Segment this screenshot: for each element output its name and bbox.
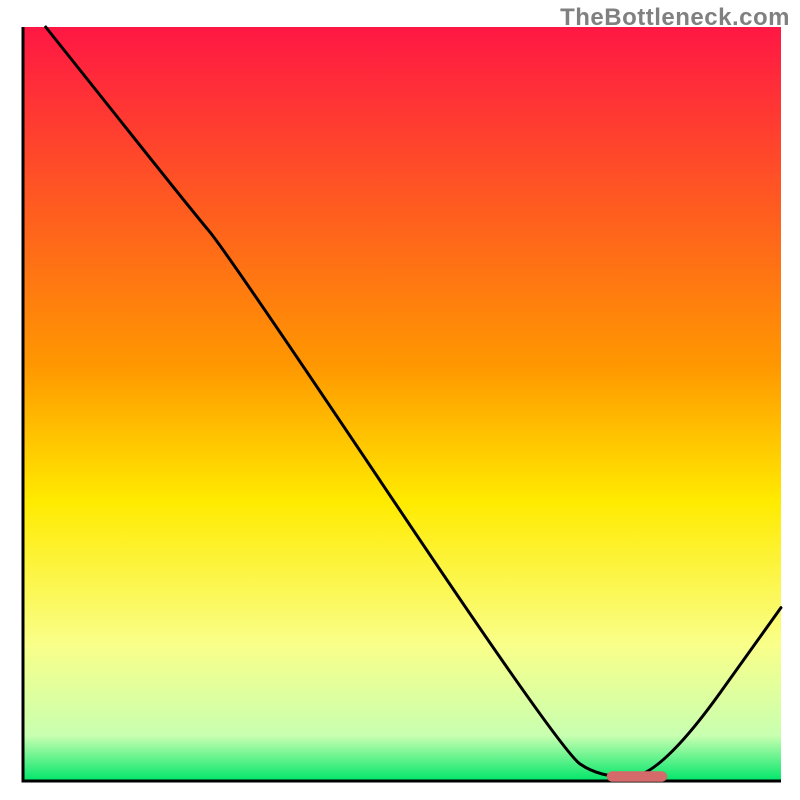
optimal-range-marker [607, 771, 668, 782]
watermark-text: TheBottleneck.com [560, 4, 790, 32]
bottleneck-chart [0, 0, 800, 800]
chart-container: TheBottleneck.com [0, 0, 800, 800]
